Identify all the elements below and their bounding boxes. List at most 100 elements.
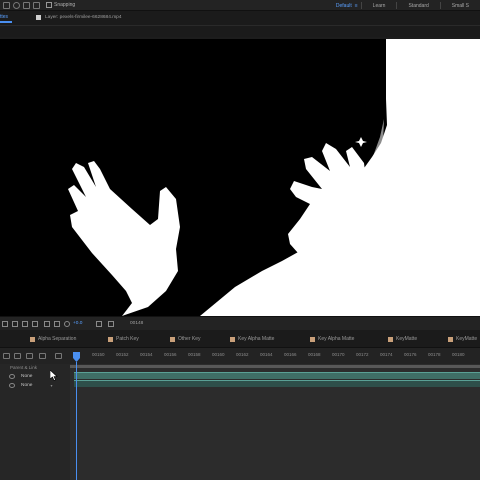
workspace-switcher: Default ≡ Learn Standard Small S [325, 0, 480, 11]
ruler-tick-label: 00174 [380, 352, 393, 357]
tab-layer[interactable]: Layer: pexels-firmilee-6628684.mp4 [36, 15, 122, 20]
visibility-eye-icon[interactable] [9, 373, 15, 379]
draft-3d-icon[interactable] [3, 353, 10, 359]
tab-composition[interactable]: KeyMatte [448, 336, 477, 342]
snapping-toggle[interactable]: Snapping [46, 2, 75, 8]
show-snapshot-icon[interactable] [108, 321, 114, 327]
tab-composition[interactable]: Key Alpha Matte [310, 336, 354, 342]
tab-label: Other Key [178, 336, 201, 342]
graph-editor-icon[interactable] [39, 353, 46, 359]
ruler-tick-label: 00152 [116, 352, 129, 357]
top-toolbar: Snapping Default ≡ Learn Standard Small … [0, 0, 480, 11]
tab-label: Key Alpha Matte [318, 336, 355, 342]
layer-row[interactable]: None ▾ [0, 381, 70, 389]
exposure-value[interactable]: +0.0 [73, 321, 82, 326]
ruler-tick-label: 00150 [92, 352, 105, 357]
ruler-tick-label: 00168 [308, 352, 321, 357]
region-of-interest-icon[interactable] [2, 321, 8, 327]
transparency-grid-icon[interactable] [12, 321, 18, 327]
ruler-tick-label: 00164 [260, 352, 273, 357]
composition-color-icon [108, 336, 113, 342]
playhead-line[interactable] [76, 362, 77, 480]
channel-green-icon[interactable] [54, 321, 60, 327]
pen-tool-icon[interactable] [33, 2, 40, 9]
mask-visibility-icon[interactable] [22, 321, 28, 327]
layer-duration-bar[interactable] [74, 372, 480, 379]
left-hand-and-arm [68, 161, 180, 316]
chevron-down-icon[interactable]: ▾ [50, 383, 52, 388]
layer-duration-bar[interactable] [74, 380, 480, 387]
work-area-bar[interactable] [70, 365, 480, 368]
mouse-cursor-icon [50, 370, 58, 381]
tab-label: Patch Key [116, 336, 139, 342]
composition-color-icon [448, 336, 453, 342]
alpha-matte-image [68, 39, 480, 316]
sparkle-icon [355, 137, 367, 147]
layer-tracks[interactable] [70, 364, 480, 480]
tab-composition[interactable]: KeyMatte [388, 336, 417, 342]
tab-composition[interactable]: Other Key [170, 336, 201, 342]
tab-label: KeyMatte [396, 336, 418, 342]
ruler-tick-label: 00160 [212, 352, 225, 357]
workspace-standard[interactable]: Standard [397, 3, 439, 9]
viewer-controls-bar: +0.0 00148 [0, 316, 480, 330]
selection-tool-icon[interactable] [3, 2, 10, 9]
ruler-tick-label: 00172 [356, 352, 369, 357]
snapping-checkbox[interactable] [46, 2, 52, 8]
layer-columns: Parent & Link None ▾ None ▾ [0, 364, 70, 480]
ruler-tick-label: 00166 [284, 352, 297, 357]
timeline-panel: Alpha Separation Patch Key Other Key Key… [0, 330, 480, 480]
tab-composition[interactable]: Key Alpha Matte [230, 336, 274, 342]
parent-link-header: Parent & Link [10, 365, 38, 370]
layer-icon [36, 15, 41, 20]
visibility-eye-icon[interactable] [9, 382, 15, 388]
ruler-tick-label: 00162 [236, 352, 249, 357]
frame-blending-icon[interactable] [55, 353, 62, 359]
tab-label: KeyMatte [456, 336, 478, 342]
timeline-header: 00150 00152 00154 00156 00158 00160 0016… [0, 348, 480, 364]
shy-layers-icon[interactable] [14, 353, 21, 359]
panel-divider [0, 25, 480, 26]
ruler-tick-label: 00158 [188, 352, 201, 357]
ruler-tick-label: 00154 [140, 352, 153, 357]
ruler-tick-label: 00178 [428, 352, 441, 357]
toolbar-icon-group [3, 2, 40, 9]
tab-composition[interactable]: Alpha Separation [30, 336, 76, 342]
ruler-tick-label: 00180 [452, 352, 465, 357]
motion-blur-icon[interactable] [26, 353, 33, 359]
channel-red-icon[interactable] [44, 321, 50, 327]
workspace-small-screen[interactable]: Small S [441, 3, 480, 9]
active-tab-indicator [0, 21, 12, 23]
composition-color-icon [388, 336, 393, 342]
guides-icon[interactable] [32, 321, 38, 327]
snapping-label: Snapping [54, 2, 76, 8]
layer-row[interactable]: None ▾ [0, 372, 70, 380]
tab-composition[interactable]: Patch Key [108, 336, 139, 342]
tab-effect-controls[interactable]: ttes [0, 14, 8, 20]
ruler-tick-label: 00170 [332, 352, 345, 357]
workspace-menu-icon[interactable]: ≡ [355, 3, 358, 9]
composition-tabs: Alpha Separation Patch Key Other Key Key… [0, 330, 480, 348]
ruler-tick-label: 00176 [404, 352, 417, 357]
time-ruler[interactable]: 00150 00152 00154 00156 00158 00160 0016… [70, 348, 480, 364]
color-management-icon[interactable] [64, 321, 70, 327]
composition-color-icon [170, 336, 175, 342]
pin-tool-icon[interactable] [23, 2, 30, 9]
parent-select[interactable]: None [21, 374, 32, 379]
composition-color-icon [30, 336, 35, 342]
composition-color-icon [310, 336, 315, 342]
tab-label: Key Alpha Matte [238, 336, 275, 342]
viewer-panel-tabs: ttes Layer: pexels-firmilee-6628684.mp4 [0, 11, 480, 37]
tab-label: Alpha Separation [38, 336, 77, 342]
current-timecode[interactable]: 00148 [130, 321, 143, 326]
parent-select[interactable]: None [21, 383, 32, 388]
orbit-tool-icon[interactable] [13, 2, 20, 9]
workspace-learn[interactable]: Learn [362, 3, 397, 9]
ruler-tick-label: 00156 [164, 352, 177, 357]
composition-color-icon [230, 336, 235, 342]
timeline-body: Parent & Link None ▾ None ▾ [0, 364, 480, 480]
snapshot-icon[interactable] [96, 321, 102, 327]
layer-viewer[interactable] [0, 39, 480, 316]
playhead-handle-icon[interactable] [73, 352, 80, 362]
layer-tab-label: Layer: pexels-firmilee-6628684.mp4 [45, 15, 122, 20]
